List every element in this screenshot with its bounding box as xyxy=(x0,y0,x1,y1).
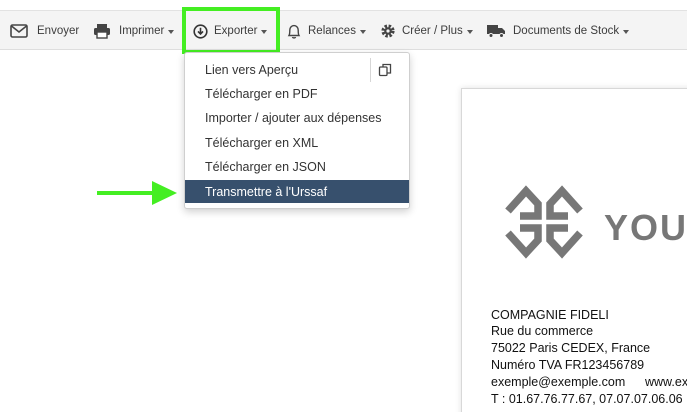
menu-item-download-xml[interactable]: Télécharger en XML xyxy=(185,131,409,154)
stock-documents-button[interactable]: Documents de Stock xyxy=(486,11,630,51)
copy-link-button[interactable] xyxy=(370,58,398,82)
reminders-button[interactable]: Relances xyxy=(286,11,366,51)
envelope-icon xyxy=(10,24,28,38)
create-more-label: Créer / Plus xyxy=(402,25,463,37)
printer-icon xyxy=(94,24,110,39)
menu-item-download-pdf[interactable]: Télécharger en PDF xyxy=(185,82,409,105)
export-highlight-frame xyxy=(182,7,280,54)
menu-item-label: Télécharger en XML xyxy=(205,135,319,150)
toolbar: Envoyer Imprimer Exporter Relances Créer… xyxy=(0,10,687,50)
export-dropdown-menu: Lien vers Aperçu Télécharger en PDF Impo… xyxy=(184,52,410,209)
company-street: Rue du commerce xyxy=(491,324,594,338)
chevron-down-icon xyxy=(168,29,175,34)
company-email: exemple@exemple.com xyxy=(491,375,626,389)
send-label: Envoyer xyxy=(37,25,80,37)
pointer-arrow-icon xyxy=(97,181,177,205)
menu-item-label: Lien vers Aperçu xyxy=(205,62,299,77)
chevron-down-icon xyxy=(466,29,473,34)
menu-item-download-json[interactable]: Télécharger en JSON xyxy=(185,155,409,178)
chevron-down-icon xyxy=(359,29,366,34)
menu-item-import-expenses[interactable]: Importer / ajouter aux dépenses xyxy=(185,106,409,129)
print-button[interactable]: Imprimer xyxy=(93,11,175,51)
logo-text: YOUR xyxy=(604,207,687,248)
truck-icon xyxy=(487,25,505,38)
company-logo-icon xyxy=(505,185,583,259)
create-more-button[interactable]: Créer / Plus xyxy=(380,11,473,51)
stock-documents-label: Documents de Stock xyxy=(513,25,620,37)
company-name: COMPAGNIE FIDELI xyxy=(491,308,609,322)
menu-item-send-urssaf[interactable]: Transmettre à l'Urssaf xyxy=(185,180,409,203)
document-preview: YOUR COMPAGNIE FIDELI Rue du commerce 75… xyxy=(461,88,687,412)
gear-icon xyxy=(381,24,395,38)
chevron-down-icon xyxy=(623,29,630,34)
print-label: Imprimer xyxy=(119,25,165,37)
reminders-label: Relances xyxy=(308,25,356,37)
send-button[interactable]: Envoyer xyxy=(10,11,79,51)
menu-item-label: Transmettre à l'Urssaf xyxy=(205,184,328,199)
company-city: 75022 Paris CEDEX, France xyxy=(491,341,651,355)
menu-item-label: Importer / ajouter aux dépenses xyxy=(205,110,382,125)
menu-item-label: Télécharger en PDF xyxy=(205,86,318,101)
menu-item-label: Télécharger en JSON xyxy=(205,159,326,174)
company-website: www.ex xyxy=(645,375,687,389)
company-vat: Numéro TVA FR123456789 xyxy=(491,358,645,372)
bell-icon xyxy=(287,24,301,39)
company-phones: T : 01.67.76.77.67, 07.07.07.06.06 xyxy=(491,392,683,406)
copy-icon xyxy=(378,63,391,77)
